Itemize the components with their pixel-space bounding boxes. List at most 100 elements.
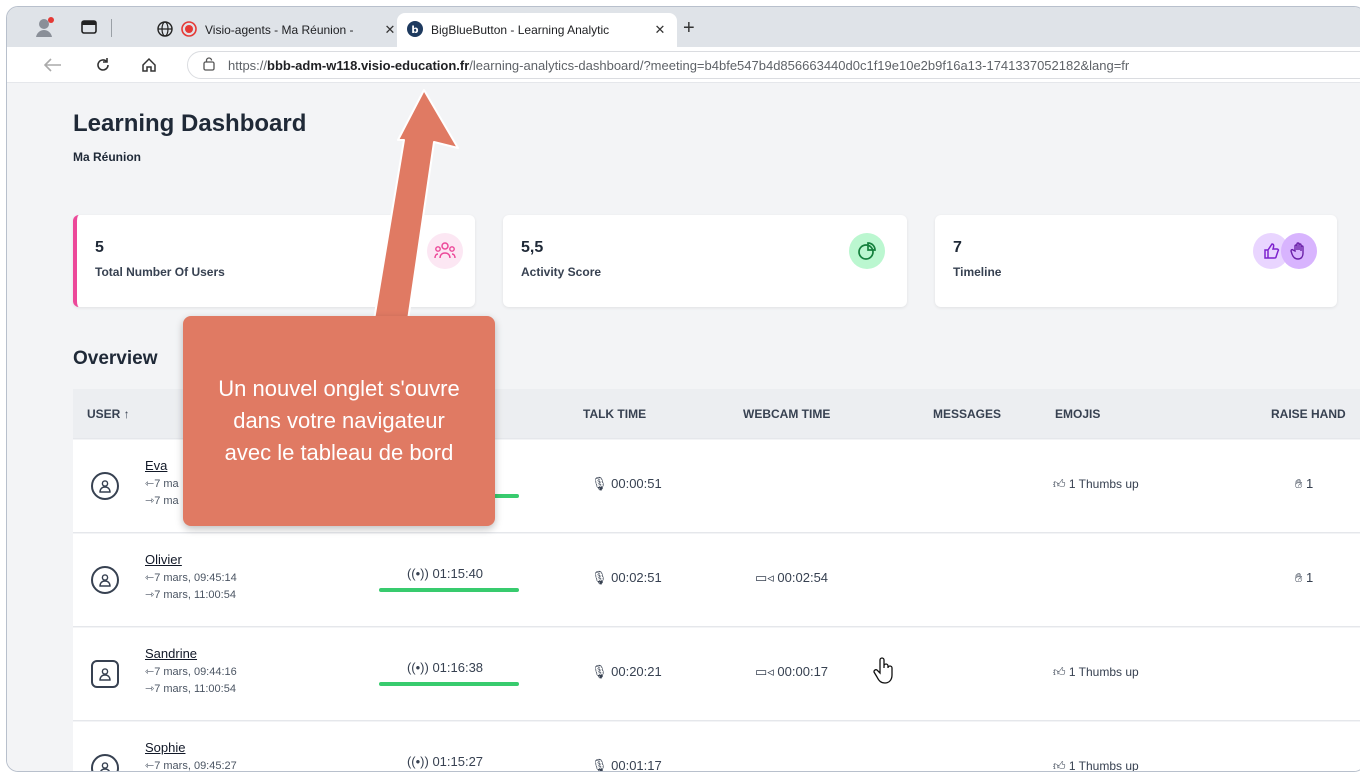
card-label: Timeline (953, 265, 1002, 279)
webcam-icon: ▭◃ (755, 664, 778, 679)
card-total-users: 5 Total Number Of Users (73, 215, 475, 307)
table-row: Sandrine ⇽7 mars, 09:44:16 ⇾7 mars, 11:0… (73, 628, 1360, 721)
table-row: Olivier ⇽7 mars, 09:45:14 ⇾7 mars, 11:00… (73, 534, 1360, 627)
talk-time: 🎙︎ 00:00:51 (591, 476, 662, 491)
leave-time: ⇾7 mars, 11:00:54 (145, 683, 236, 695)
logout-icon: ⇾ (145, 589, 155, 601)
raise-hand-count: ✋︎ 1 (1295, 570, 1314, 585)
user-name-link[interactable]: Sophie (145, 740, 185, 755)
talk-time: 🎙︎ 00:02:51 (591, 570, 662, 585)
leave-time: ⇾7 mars, 11:00:54 (145, 589, 236, 601)
avatar (91, 472, 119, 500)
overview-title: Overview (73, 348, 158, 369)
users-icon (427, 233, 463, 269)
close-icon[interactable]: ✕ (653, 22, 667, 38)
avatar (91, 566, 119, 594)
meeting-name: Ma Réunion (73, 150, 141, 164)
card-value: 5 (95, 239, 104, 256)
bigbluebutton-logo-icon: b (407, 20, 423, 40)
join-time: ⇽7 mars, 09:45:14 (145, 572, 237, 584)
hand-icon: ✋︎ (1295, 476, 1307, 491)
url-prefix: https:// (228, 57, 268, 73)
online-time: ((•)) 01:15:27 (406, 754, 484, 769)
user-name-link[interactable]: Olivier (145, 552, 182, 567)
home-icon[interactable] (137, 53, 161, 77)
close-icon[interactable]: ✕ (383, 22, 397, 38)
recording-icon (181, 20, 197, 40)
column-talk-time[interactable]: TALK TIME (583, 407, 646, 421)
leave-time: ⇾7 ma (145, 495, 179, 507)
hand-cursor-icon (873, 657, 895, 690)
card-value: 7 (953, 239, 962, 256)
join-time: ⇽7 mars, 09:45:27 (145, 760, 237, 771)
microphone-icon: 🎙︎ (591, 476, 612, 491)
online-time: ((•)) 01:16:38 (406, 660, 484, 675)
talk-time: 🎙︎ 00:01:17 (591, 758, 662, 771)
tab-title: Visio-agents - Ma Réunion - (205, 23, 354, 37)
emoji-count: 👍︎ 1 Thumbs up (1053, 477, 1139, 491)
svg-text:b: b (411, 25, 418, 36)
online-time: ((•)) 01:15:40 (406, 566, 484, 581)
card-timeline: 7 Timeline (935, 215, 1337, 307)
webcam-icon: ▭◃ (755, 570, 778, 585)
site-info-icon[interactable] (202, 56, 216, 74)
profile-icon[interactable] (33, 15, 57, 39)
thumbs-up-icon: 👍︎ (1053, 477, 1069, 491)
callout-annotation: Un nouvel onglet s'ouvre dans votre navi… (183, 316, 495, 526)
address-bar[interactable]: https://bbb-adm-w118.visio-education.fr /… (187, 51, 1360, 79)
user-name-link[interactable]: Sandrine (145, 646, 197, 661)
tab-title: BigBlueButton - Learning Analytic (431, 23, 610, 37)
pie-chart-icon (849, 233, 885, 269)
card-value: 5,5 (521, 239, 544, 256)
divider (111, 19, 112, 37)
url-domain: bbb-adm-w118.visio-education.fr (267, 57, 470, 73)
login-icon: ⇽ (145, 572, 155, 584)
new-tab-icon[interactable]: + (683, 17, 695, 40)
column-raise-hand[interactable]: RAISE HAND (1271, 407, 1346, 421)
microphone-icon: 🎙︎ (591, 570, 612, 585)
logout-icon: ⇾ (145, 495, 155, 507)
card-label: Activity Score (521, 265, 602, 279)
page-title: Learning Dashboard (73, 110, 307, 137)
talk-time: 🎙︎ 00:20:21 (591, 664, 662, 679)
url-path: /learning-analytics-dashboard/?meeting=b… (469, 57, 1130, 73)
microphone-icon: 🎙︎ (591, 664, 612, 679)
broadcast-icon: ((•)) (406, 660, 433, 675)
table-row: Sophie ⇽7 mars, 09:45:27 ((•)) 01:15:27 … (73, 722, 1360, 771)
logout-icon: ⇾ (145, 683, 155, 695)
tab-strip: Visio-agents - Ma Réunion - ✕ b BigBlueB… (7, 7, 1360, 47)
join-time: ⇽7 mars, 09:44:16 (145, 666, 237, 678)
webcam-time: ▭◃ 00:00:17 (755, 664, 829, 679)
tab-visio-agents[interactable]: Visio-agents - Ma Réunion - ✕ (157, 13, 397, 47)
reload-icon[interactable] (91, 53, 115, 77)
back-icon[interactable] (41, 53, 65, 77)
avatar (91, 660, 119, 688)
broadcast-icon: ((•)) (406, 754, 433, 769)
column-user[interactable]: USER ↑ (87, 407, 130, 421)
hand-icon: ✋︎ (1295, 570, 1307, 585)
login-icon: ⇽ (145, 760, 155, 771)
login-icon: ⇽ (145, 666, 155, 678)
thumbs-up-icon: 👍︎ (1053, 759, 1069, 771)
globe-icon (157, 20, 173, 40)
microphone-icon: 🎙︎ (591, 758, 612, 771)
card-label: Total Number Of Users (95, 265, 225, 279)
column-webcam-time[interactable]: WEBCAM TIME (743, 407, 830, 421)
avatar (91, 754, 119, 771)
user-name-link[interactable]: Eva (145, 458, 167, 473)
tab-bigbluebutton[interactable]: b BigBlueButton - Learning Analytic ✕ (397, 13, 677, 47)
emoji-count: 👍︎ 1 Thumbs up (1053, 665, 1139, 679)
column-emojis[interactable]: EMOJIS (1055, 407, 1100, 421)
raised-hand-icon (1281, 233, 1317, 269)
broadcast-icon: ((•)) (406, 566, 433, 581)
online-time-bar (379, 588, 519, 592)
login-icon: ⇽ (145, 478, 155, 490)
raise-hand-count: ✋︎ 1 (1295, 476, 1314, 491)
webcam-time: ▭◃ 00:02:54 (755, 570, 829, 585)
thumbs-up-icon: 👍︎ (1053, 665, 1069, 679)
join-time: ⇽7 ma (145, 478, 179, 490)
tab-actions-icon[interactable] (77, 15, 101, 39)
column-messages[interactable]: MESSAGES (933, 407, 1001, 421)
online-time-bar (379, 682, 519, 686)
card-activity-score: 5,5 Activity Score (503, 215, 907, 307)
